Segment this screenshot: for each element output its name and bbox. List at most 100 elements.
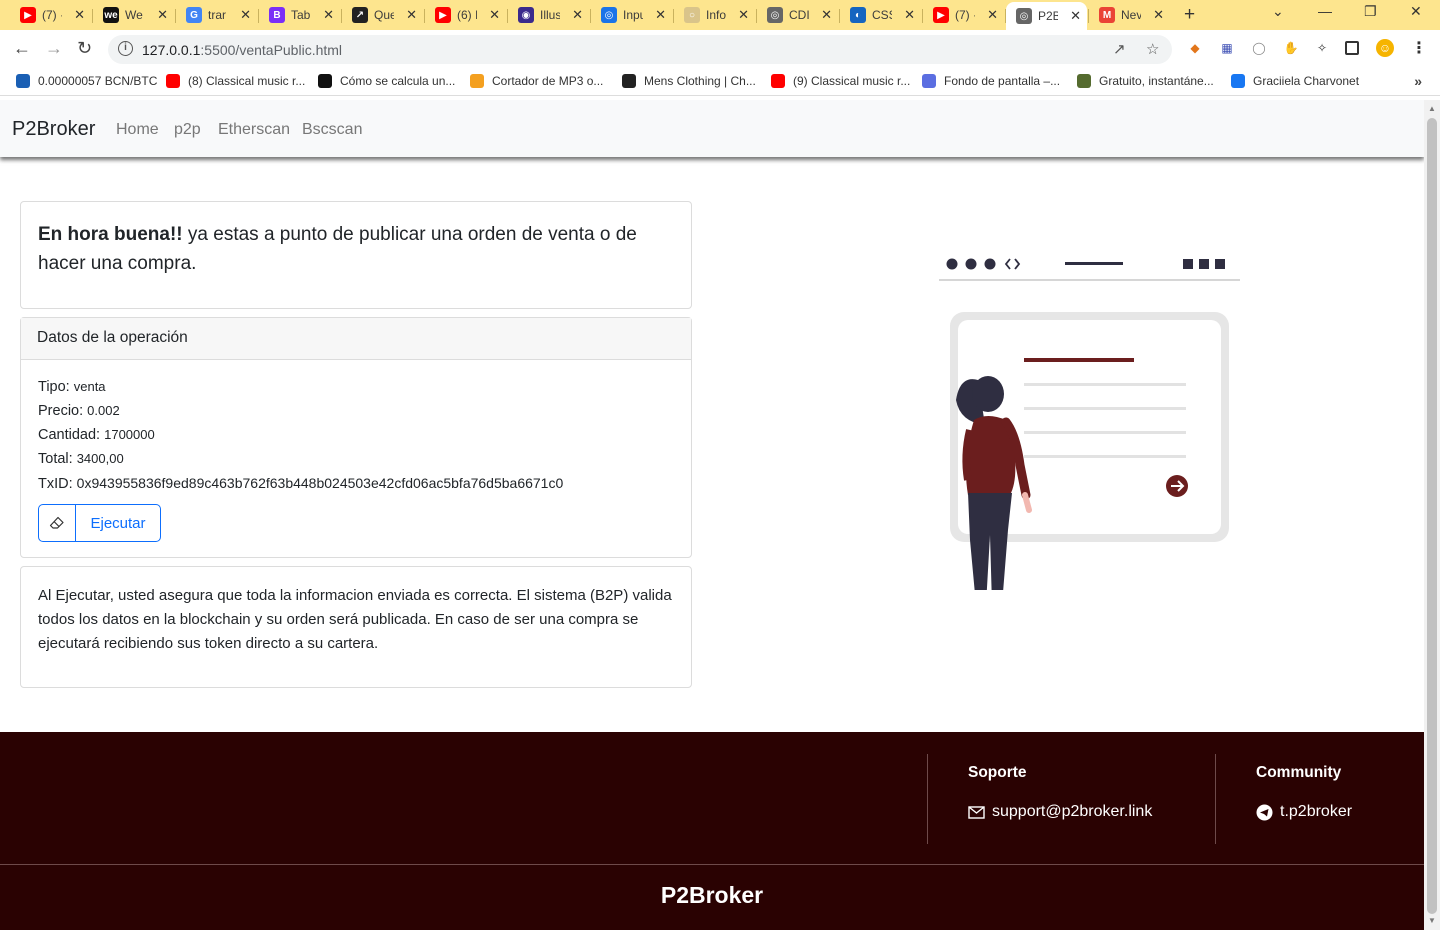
tipo-row: Tipo: venta	[38, 379, 106, 395]
tab-close-icon[interactable]: ✕	[74, 7, 85, 23]
tab-close-icon[interactable]: ✕	[821, 7, 832, 23]
forward-icon[interactable]: →	[45, 38, 63, 59]
menu-kebab-icon[interactable]: ⋮	[1410, 39, 1428, 57]
address-bar[interactable]: i 127.0.0.1:5500/ventaPublic.html ↗ ☆	[108, 35, 1172, 64]
bookmark-item[interactable]: Gratuito, instantáne...	[1077, 74, 1214, 88]
minimize-icon[interactable]: —	[1318, 3, 1332, 19]
scroll-down-icon[interactable]: ▼	[1428, 916, 1436, 925]
tab-favicon-icon: ▶	[435, 7, 451, 23]
bookmark-item[interactable]: Cortador de MP3 o...	[470, 74, 603, 88]
tab-favicon-icon: G	[186, 7, 202, 23]
bookmarks-bar: » 0.00000057 BCN/BTC (8) Classical music …	[0, 68, 1440, 96]
bookmark-star-icon[interactable]: ☆	[1146, 40, 1159, 58]
browser-tab[interactable]: ◉ Illus ✕	[508, 4, 589, 26]
hand-extension-icon[interactable]: ✋	[1282, 39, 1300, 57]
bookmark-item[interactable]: (9) Classical music r...	[771, 74, 910, 88]
tab-close-icon[interactable]: ✕	[1070, 8, 1081, 24]
bookmark-item[interactable]: Cómo se calcula un...	[318, 74, 455, 88]
bookmark-item[interactable]: Mens Clothing | Ch...	[622, 74, 756, 88]
browser-tab[interactable]: we We ✕	[93, 4, 174, 26]
tab-close-icon[interactable]: ✕	[572, 7, 583, 23]
tab-favicon-icon: M	[1099, 7, 1115, 23]
browser-tab[interactable]: B Tab ✕	[259, 4, 340, 26]
bookmark-item[interactable]: Graciiela Charvonet	[1231, 74, 1359, 88]
browser-tab[interactable]: ↗ Que ✕	[342, 4, 423, 26]
operation-card-header: Datos de la operación	[21, 318, 691, 360]
share-icon[interactable]: ↗	[1113, 40, 1126, 58]
reload-icon[interactable]: ↻	[77, 38, 92, 59]
precio-value: 0.002	[87, 403, 120, 418]
tab-title: (7) ·	[42, 8, 62, 22]
browser-tab[interactable]: ▶ (7) · ✕	[923, 4, 1004, 26]
tab-title: Inpu	[623, 8, 643, 22]
tab-favicon-icon: we	[103, 7, 119, 23]
tab-close-icon[interactable]: ✕	[904, 7, 915, 23]
nav-link-bscscan[interactable]: Bscscan	[302, 121, 362, 139]
txid-value: 0x943955836f9ed89c463b762f63b448b024503e…	[76, 475, 564, 491]
extension-icon[interactable]: ▦	[1218, 39, 1236, 57]
browser-tab[interactable]: Gtrar ✕	[176, 4, 257, 26]
browser-tab[interactable]: ▶ (7) · ✕	[10, 4, 91, 26]
site-navbar: P2Broker Home p2p Etherscan Bscscan	[0, 100, 1424, 157]
scrollbar-thumb[interactable]	[1427, 118, 1437, 914]
tab-close-icon[interactable]: ✕	[987, 7, 998, 23]
tab-close-icon[interactable]: ✕	[323, 7, 334, 23]
intro-card: En hora buena!! ya estas a punto de publ…	[20, 201, 692, 309]
bookmark-label: Gratuito, instantáne...	[1099, 74, 1214, 88]
address-url[interactable]: 127.0.0.1:5500/ventaPublic.html	[142, 42, 342, 58]
community-heading: Community	[1256, 764, 1342, 781]
new-tab-icon[interactable]: +	[1184, 4, 1195, 26]
nav-link-home[interactable]: Home	[116, 121, 159, 139]
telegram-icon	[1256, 804, 1273, 820]
bookmark-favicon-icon	[16, 74, 30, 88]
footer-divider	[1215, 754, 1216, 844]
chevron-down-icon[interactable]: ⌄	[1272, 3, 1284, 20]
bookmark-item[interactable]: (8) Classical music r...	[166, 74, 305, 88]
browser-tab[interactable]: ▶ (6) I ✕	[425, 4, 506, 26]
tab-close-icon[interactable]: ✕	[1153, 7, 1164, 23]
browser-tab[interactable]: ◎ P2B ✕	[1006, 2, 1087, 30]
tab-close-icon[interactable]: ✕	[406, 7, 417, 23]
back-icon[interactable]: ←	[13, 38, 31, 59]
profile-avatar[interactable]: ☺	[1376, 39, 1394, 57]
total-label: Total:	[38, 451, 73, 467]
tab-close-icon[interactable]: ✕	[157, 7, 168, 23]
ejecutar-button[interactable]: Ejecutar	[38, 504, 161, 542]
tab-title: CSS	[872, 8, 892, 22]
navbar-brand[interactable]: P2Broker	[12, 118, 95, 141]
browser-tab[interactable]: ◐ CSS ✕	[840, 4, 921, 26]
nav-link-etherscan[interactable]: Etherscan	[218, 121, 290, 139]
tab-close-icon[interactable]: ✕	[655, 7, 666, 23]
footer-brand: P2Broker	[660, 882, 764, 908]
side-panel-icon[interactable]	[1345, 41, 1359, 55]
bookmark-favicon-icon	[1077, 74, 1091, 88]
bookmarks-more-icon[interactable]: »	[1414, 73, 1422, 89]
support-email-link[interactable]: support@p2broker.link	[968, 803, 1152, 821]
site-info-icon[interactable]: i	[118, 41, 133, 56]
ejecutar-label: Ejecutar	[90, 514, 146, 532]
metamask-extension-icon[interactable]: ◆	[1186, 39, 1204, 57]
browser-tab[interactable]: ◎ CDI ✕	[757, 4, 838, 26]
community-telegram-link[interactable]: t.p2broker	[1256, 803, 1352, 821]
extensions-puzzle-icon[interactable]: ✧	[1313, 39, 1331, 57]
tab-close-icon[interactable]: ✕	[738, 7, 749, 23]
footer-separator	[0, 864, 1424, 865]
browser-tab[interactable]: M Nev ✕	[1089, 4, 1170, 26]
bookmark-item[interactable]: 0.00000057 BCN/BTC	[16, 74, 157, 88]
globe-extension-icon[interactable]: ◯	[1250, 39, 1268, 57]
bookmark-favicon-icon	[922, 74, 936, 88]
nav-link-p2p[interactable]: p2p	[174, 121, 201, 139]
bookmark-label: Cómo se calcula un...	[340, 74, 456, 88]
tab-close-icon[interactable]: ✕	[489, 7, 500, 23]
tab-title: We	[125, 8, 143, 22]
close-window-icon[interactable]: ✕	[1410, 3, 1422, 20]
page-scrollbar[interactable]: ▲ ▼	[1424, 100, 1440, 930]
maximize-icon[interactable]: ❐	[1364, 3, 1377, 20]
bookmark-item[interactable]: Fondo de pantalla –...	[922, 74, 1060, 88]
url-host: 127.0.0.1	[142, 42, 201, 58]
tab-close-icon[interactable]: ✕	[240, 7, 251, 23]
browser-tab[interactable]: ◎ Inpu ✕	[591, 4, 672, 26]
scroll-up-icon[interactable]: ▲	[1428, 104, 1436, 113]
support-email: support@p2broker.link	[992, 803, 1153, 820]
browser-tab[interactable]: ○ Info ✕	[674, 4, 755, 26]
